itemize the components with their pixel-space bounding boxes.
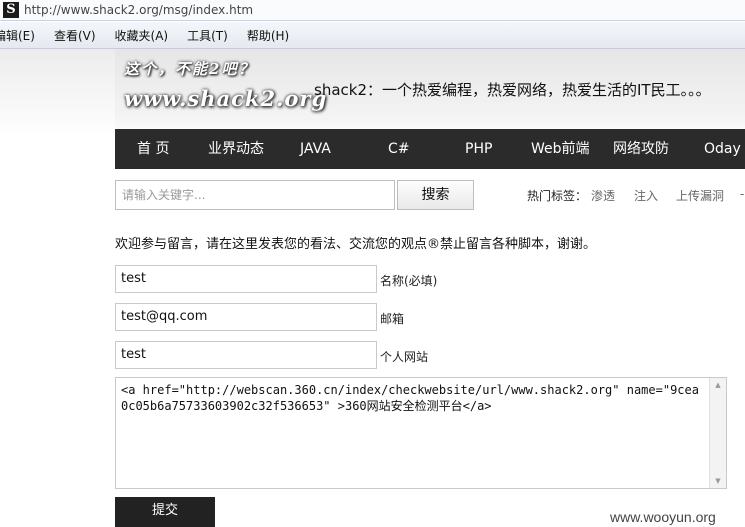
nav-csharp[interactable]: C# — [388, 129, 410, 169]
nav-php[interactable]: PHP — [465, 129, 492, 169]
hot-tag-link[interactable]: ‑ — [740, 187, 744, 201]
nav-home[interactable]: 首 页 — [137, 129, 169, 169]
menu-bar: 编辑(E) 查看(V) 收藏夹(A) 工具(T) 帮助(H) — [0, 22, 745, 49]
name-field[interactable]: test — [115, 265, 377, 293]
menu-help[interactable]: 帮助(H) — [247, 27, 289, 44]
message-text: <a href="http://webscan.360.cn/index/che… — [121, 383, 699, 413]
menu-edit[interactable]: 编辑(E) — [0, 27, 35, 44]
message-intro: 欢迎参与留言，请在这里发表您的看法、交流您的观点®禁止留言各种脚本，谢谢。 — [115, 237, 597, 252]
main-nav: 首 页 业界动态 JAVA C# PHP Web前端 网络攻防 Oday — [115, 129, 745, 169]
site-slogan: shack2：一个热爱编程，热爱网络，热爱生活的IT民工。。。 — [314, 81, 711, 99]
scroll-down-icon[interactable]: ▼ — [710, 474, 726, 488]
hot-tags-label: 热门标签： — [527, 189, 588, 203]
search-input[interactable]: 请输入关键字... — [115, 180, 395, 210]
site-logo[interactable]: 这个，不能2吧？ www.shack2.org — [118, 56, 326, 118]
page-gutter — [0, 49, 115, 527]
name-label: 名称(必填) — [380, 274, 438, 288]
menu-view[interactable]: 查看(V) — [54, 27, 96, 44]
hot-tag-link[interactable]: 渗透 — [591, 187, 615, 204]
nav-industry-news[interactable]: 业界动态 — [208, 129, 264, 169]
nav-oday[interactable]: Oday — [704, 129, 741, 169]
message-textarea[interactable]: <a href="http://webscan.360.cn/index/che… — [115, 377, 727, 489]
nav-network-security[interactable]: 网络攻防 — [613, 129, 669, 169]
hot-tag-link[interactable]: 上传漏洞 — [676, 187, 724, 204]
logo-tagline: 这个，不能2吧？ — [124, 60, 256, 78]
nav-java[interactable]: JAVA — [300, 129, 331, 169]
submit-button[interactable]: 提交 — [115, 497, 215, 527]
website-field[interactable]: test — [115, 341, 377, 369]
search-button[interactable]: 搜索 — [397, 180, 474, 210]
menu-tools[interactable]: 工具(T) — [187, 27, 228, 44]
logo-domain: www.shack2.org — [124, 86, 328, 111]
nav-web-frontend[interactable]: Web前端 — [531, 129, 590, 169]
address-bar[interactable]: S http://www.shack2.org/msg/index.htm — [0, 0, 745, 21]
watermark: www.wooyun.org — [610, 509, 716, 525]
scroll-up-icon[interactable]: ▲ — [710, 378, 726, 392]
email-label: 邮箱 — [380, 312, 405, 326]
menu-favorites[interactable]: 收藏夹(A) — [115, 27, 169, 44]
site-favicon-icon: S — [3, 2, 19, 18]
email-field[interactable]: test@qq.com — [115, 303, 377, 331]
textarea-scrollbar[interactable]: ▲ ▼ — [709, 378, 726, 488]
hot-tag-link[interactable]: 注入 — [634, 187, 658, 204]
url-text[interactable]: http://www.shack2.org/msg/index.htm — [24, 3, 253, 17]
website-label: 个人网站 — [380, 350, 429, 364]
